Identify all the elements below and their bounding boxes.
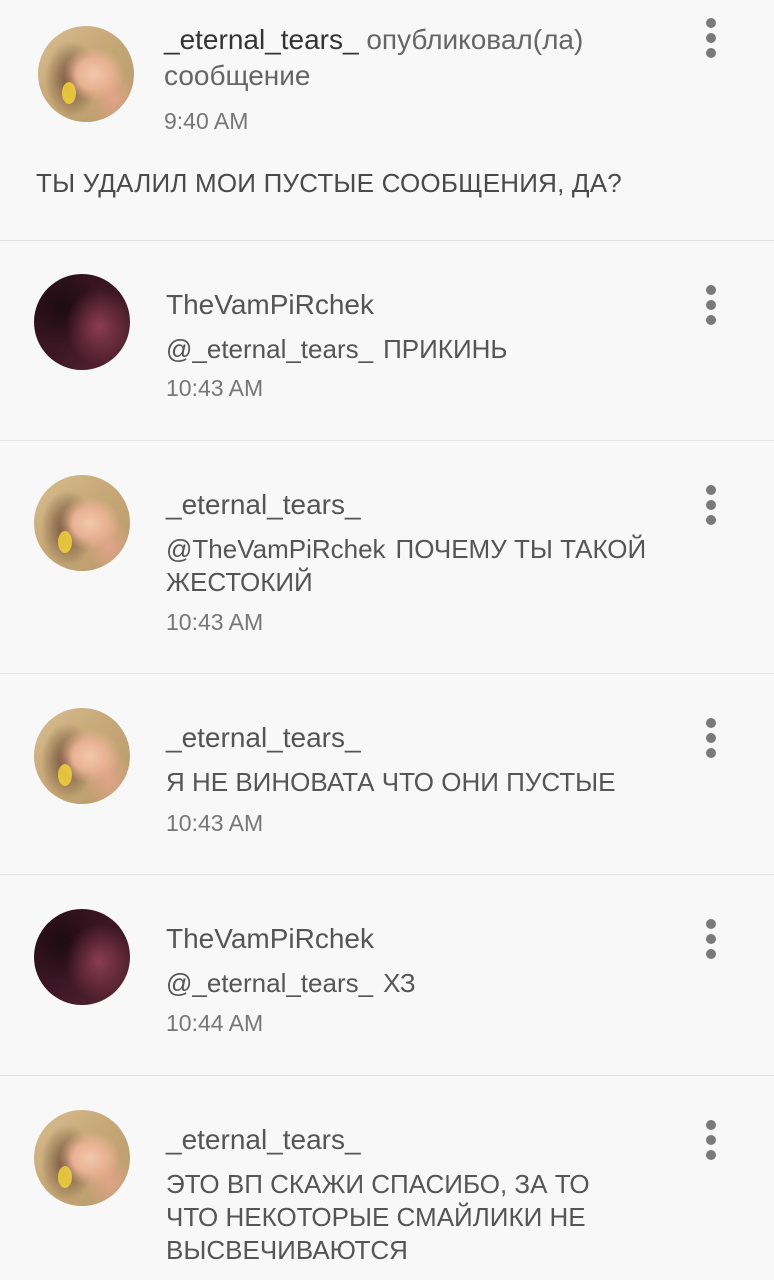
mention-link[interactable]: @TheVamPiRchek [166,534,386,564]
comment-author[interactable]: TheVamPiRchek [166,923,374,955]
comment-item: TheVamPiRchek @_eternal_tears_ ПРИКИНЬ 10… [0,241,774,441]
comment-time: 10:43 AM [166,609,264,635]
more-vertical-icon[interactable] [696,1120,726,1160]
post-header-line: _eternal_tears_ опубликовал(ла) сообщени… [164,22,684,94]
comment-item: _eternal_tears_ Я НЕ ВИНОВАТА ЧТО ОНИ ПУ… [0,674,774,875]
comment-time: 10:44 AM [166,1010,264,1036]
avatar[interactable] [34,708,130,804]
avatar[interactable] [34,274,130,370]
comment-author[interactable]: _eternal_tears_ [166,1124,361,1156]
more-vertical-icon[interactable] [696,485,726,525]
more-vertical-icon[interactable] [696,285,726,325]
comment-body: ХЗ [383,968,416,998]
comment-text: @_eternal_tears_ ПРИКИНЬ [166,333,686,366]
avatar[interactable] [34,909,130,1005]
avatar[interactable] [34,475,130,571]
comment-text: @TheVamPiRchek ПОЧЕМУ ТЫ ТАКОЙ ЖЕСТОКИЙ [166,533,686,599]
comment-time: 10:43 AM [166,375,264,401]
more-vertical-icon[interactable] [696,18,726,58]
comment-text: @_eternal_tears_ ХЗ [166,967,686,1000]
comment-body: Я НЕ ВИНОВАТА ЧТО ОНИ ПУСТЫЕ [166,767,616,797]
comment-text: ЭТО ВП СКАЖИ СПАСИБО, ЗА ТО ЧТО НЕКОТОРЫ… [166,1168,626,1267]
more-vertical-icon[interactable] [696,718,726,758]
post-author[interactable]: _eternal_tears_ [164,24,359,55]
comment-body: ЭТО ВП СКАЖИ СПАСИБО, ЗА ТО ЧТО НЕКОТОРЫ… [166,1169,590,1265]
avatar[interactable] [34,1110,130,1206]
more-vertical-icon[interactable] [696,919,726,959]
comment-item: TheVamPiRchek @_eternal_tears_ ХЗ 10:44 A… [0,875,774,1076]
comment-author[interactable]: _eternal_tears_ [166,722,361,754]
comment-author[interactable]: TheVamPiRchek [166,289,374,321]
comment-text: Я НЕ ВИНОВАТА ЧТО ОНИ ПУСТЫЕ [166,766,686,799]
mention-link[interactable]: @_eternal_tears_ [166,334,373,364]
mention-link[interactable]: @_eternal_tears_ [166,968,373,998]
comment-body: ПРИКИНЬ [383,334,508,364]
comment-item: _eternal_tears_ @TheVamPiRchek ПОЧЕМУ ТЫ … [0,441,774,674]
comment-author[interactable]: _eternal_tears_ [166,489,361,521]
comment-item: _eternal_tears_ ЭТО ВП СКАЖИ СПАСИБО, ЗА… [0,1076,774,1280]
post-header: _eternal_tears_ опубликовал(ла) сообщени… [0,0,774,241]
post-time: 9:40 AM [164,108,249,134]
post-text: ТЫ УДАЛИЛ МОИ ПУСТЫЕ СООБЩЕНИЯ, ДА? [36,168,622,198]
avatar[interactable] [38,26,134,122]
comment-time: 10:43 AM [166,810,264,836]
